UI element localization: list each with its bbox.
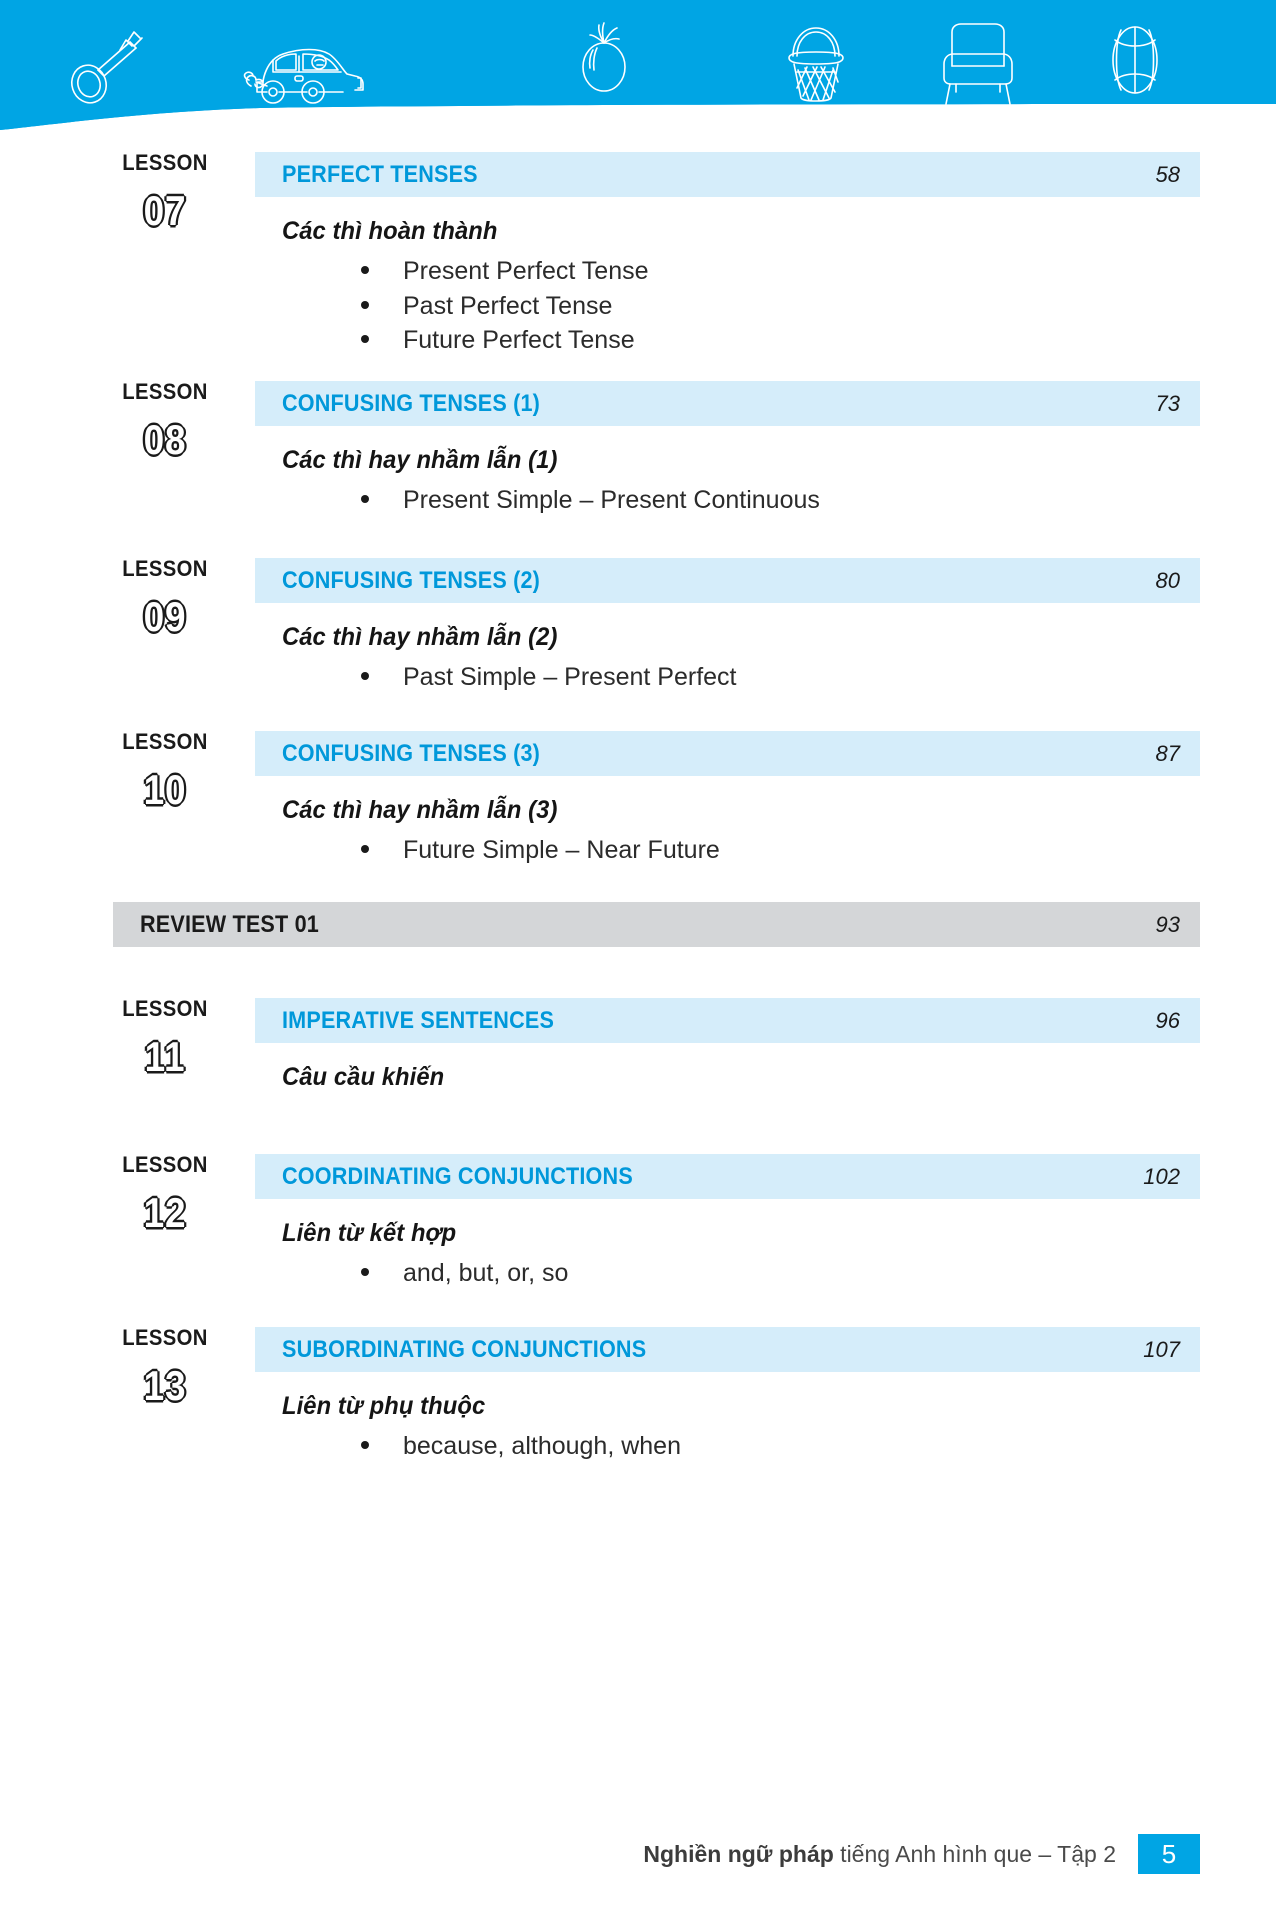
- entry-subtitle-vietnamese: Các thì hay nhầm lẫn (2): [282, 623, 558, 651]
- page-number-badge: 5: [1138, 1834, 1200, 1874]
- topic-list-item: Present Simple – Present Continuous: [361, 483, 1276, 518]
- lesson-word-label: LESSON: [122, 556, 208, 581]
- lesson-title-bar[interactable]: PERFECT TENSES 58: [255, 152, 1200, 197]
- lesson-entry: LESSON 07 PERFECT TENSES 58 Các thì hoàn thà…: [0, 152, 1276, 358]
- lesson-entry: LESSON 11 IMPERATIVE SENTENCES 96 Câu cầu kh…: [0, 998, 1276, 1092]
- entry-page-number: 58: [1155, 161, 1180, 187]
- entry-subtitle-vietnamese: Các thì hoàn thành: [282, 217, 498, 245]
- lesson-title-bar[interactable]: CONFUSING TENSES (1) 73: [255, 381, 1200, 426]
- lesson-word-label: LESSON: [122, 1325, 208, 1350]
- entry-title: CONFUSING TENSES (1): [282, 389, 541, 417]
- lesson-number: 10: [143, 766, 187, 813]
- entry-subtitle-vietnamese: Các thì hay nhầm lẫn (3): [282, 796, 558, 824]
- lesson-number: 09: [143, 593, 187, 640]
- entry-topic-list: because, although, when: [0, 1429, 1276, 1464]
- entry-title: SUBORDINATING CONJUNCTIONS: [282, 1335, 647, 1363]
- bullet-dot-icon: [361, 1268, 369, 1276]
- review-test-entry: REVIEW TEST 01 93: [0, 902, 1276, 947]
- lesson-entry: LESSON 08 CONFUSING TENSES (1) 73 Các thì ha…: [0, 381, 1276, 518]
- entry-title: CONFUSING TENSES (2): [282, 566, 541, 594]
- entry-topic-list: Past Simple – Present Perfect: [0, 660, 1276, 695]
- bullet-dot-icon: [361, 672, 369, 680]
- entry-topic-list: and, but, or, so: [0, 1256, 1276, 1291]
- lesson-title-bar[interactable]: COORDINATING CONJUNCTIONS 102: [255, 1154, 1200, 1199]
- entry-title: PERFECT TENSES: [282, 160, 478, 188]
- lesson-entry: LESSON 10 CONFUSING TENSES (3) 87 Các thì ha…: [0, 731, 1276, 868]
- entry-title: COORDINATING CONJUNCTIONS: [282, 1162, 633, 1190]
- lesson-title-bar[interactable]: SUBORDINATING CONJUNCTIONS 107: [255, 1327, 1200, 1372]
- topic-list-item: Future Simple – Near Future: [361, 833, 1276, 868]
- bullet-dot-icon: [361, 495, 369, 503]
- page-header-banner: [0, 0, 1276, 130]
- lesson-marker: LESSON 11: [105, 996, 225, 1080]
- entry-page-number: 96: [1155, 1007, 1180, 1033]
- entry-page-number: 73: [1155, 390, 1180, 416]
- lesson-title-bar[interactable]: CONFUSING TENSES (3) 87: [255, 731, 1200, 776]
- lesson-number: 07: [143, 187, 187, 234]
- lesson-marker: LESSON 10: [105, 729, 225, 813]
- topic-list-item: Past Perfect Tense: [361, 289, 1276, 324]
- footer-title-bold: Nghiền ngữ pháp: [643, 1840, 834, 1867]
- topic-list-item: Future Perfect Tense: [361, 323, 1276, 358]
- entry-topic-list: Present Perfect Tense Past Perfect Tense F…: [0, 254, 1276, 358]
- lesson-marker: LESSON 08: [105, 379, 225, 463]
- bullet-dot-icon: [361, 845, 369, 853]
- footer-title-rest: tiếng Anh hình que – Tập 2: [833, 1840, 1116, 1867]
- entry-page-number: 93: [1155, 911, 1180, 937]
- bullet-dot-icon: [361, 300, 369, 309]
- bullet-dot-icon: [361, 335, 369, 343]
- entry-title: CONFUSING TENSES (3): [282, 739, 541, 767]
- lesson-marker: LESSON 13: [105, 1325, 225, 1409]
- topic-list-item: Past Simple – Present Perfect: [361, 660, 1276, 695]
- lesson-word-label: LESSON: [122, 996, 208, 1021]
- lesson-word-label: LESSON: [122, 150, 208, 175]
- lesson-entry: LESSON 13 SUBORDINATING CONJUNCTIONS 107 Liê…: [0, 1327, 1276, 1464]
- lesson-number: 08: [143, 416, 187, 463]
- entry-subtitle-vietnamese: Liên từ phụ thuộc: [282, 1392, 486, 1420]
- page-footer: Nghiền ngữ pháp tiếng Anh hình que – Tập…: [0, 1826, 1276, 1922]
- review-bar[interactable]: REVIEW TEST 01 93: [113, 902, 1200, 947]
- topic-list-item: and, but, or, so: [361, 1256, 1276, 1291]
- lesson-word-label: LESSON: [122, 1152, 208, 1177]
- entry-title: IMPERATIVE SENTENCES: [282, 1006, 555, 1034]
- lesson-word-label: LESSON: [122, 729, 208, 754]
- footer-book-title: Nghiền ngữ pháp tiếng Anh hình que – Tập…: [643, 1841, 1116, 1868]
- entry-title: REVIEW TEST 01: [140, 910, 319, 938]
- lesson-number: 12: [143, 1189, 187, 1236]
- lesson-marker: LESSON 12: [105, 1152, 225, 1236]
- entry-topic-list: Future Simple – Near Future: [0, 833, 1276, 868]
- lesson-word-label: LESSON: [122, 379, 208, 404]
- entry-subtitle-vietnamese: Các thì hay nhầm lẫn (1): [282, 446, 558, 474]
- lesson-number: 13: [143, 1362, 187, 1409]
- lesson-marker: LESSON 07: [105, 150, 225, 234]
- entry-page-number: 102: [1143, 1163, 1180, 1189]
- bullet-dot-icon: [361, 266, 369, 274]
- entry-page-number: 107: [1143, 1336, 1180, 1362]
- lesson-title-bar[interactable]: CONFUSING TENSES (2) 80: [255, 558, 1200, 603]
- lesson-entry: LESSON 12 COORDINATING CONJUNCTIONS 102 Liên…: [0, 1154, 1276, 1291]
- entry-page-number: 80: [1155, 567, 1180, 593]
- entry-subtitle-vietnamese: Câu cầu khiến: [282, 1063, 445, 1091]
- topic-list-item: Present Perfect Tense: [361, 254, 1276, 289]
- entry-page-number: 87: [1155, 740, 1180, 766]
- entry-topic-list: Present Simple – Present Continuous: [0, 483, 1276, 518]
- lesson-entry: LESSON 09 CONFUSING TENSES (2) 80 Các thì ha…: [0, 558, 1276, 695]
- bullet-dot-icon: [361, 1441, 369, 1449]
- lesson-marker: LESSON 09: [105, 556, 225, 640]
- entry-subtitle-vietnamese: Liên từ kết hợp: [282, 1219, 457, 1247]
- lesson-title-bar[interactable]: IMPERATIVE SENTENCES 96: [255, 998, 1200, 1043]
- lesson-number: 11: [144, 1033, 186, 1080]
- topic-list-item: because, although, when: [361, 1429, 1276, 1464]
